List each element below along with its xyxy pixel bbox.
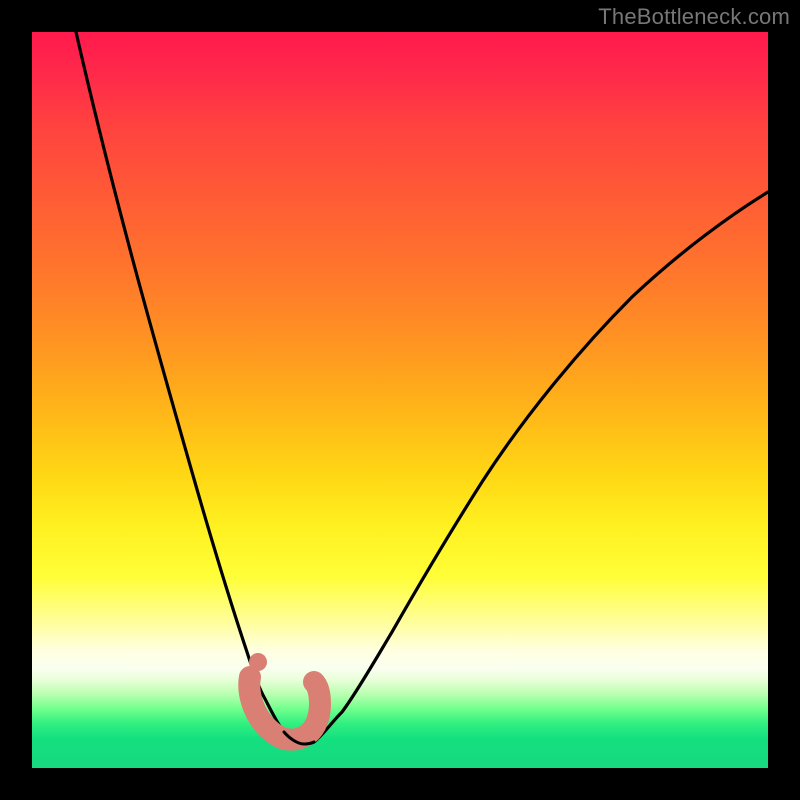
highlight-blob bbox=[249, 677, 320, 740]
chart-frame: TheBottleneck.com bbox=[0, 0, 800, 800]
watermark-text: TheBottleneck.com bbox=[598, 4, 790, 30]
plot-area bbox=[32, 32, 768, 768]
highlight-dot bbox=[249, 653, 267, 671]
curves-svg bbox=[32, 32, 768, 768]
right-curve bbox=[314, 192, 768, 742]
left-curve bbox=[76, 32, 297, 744]
